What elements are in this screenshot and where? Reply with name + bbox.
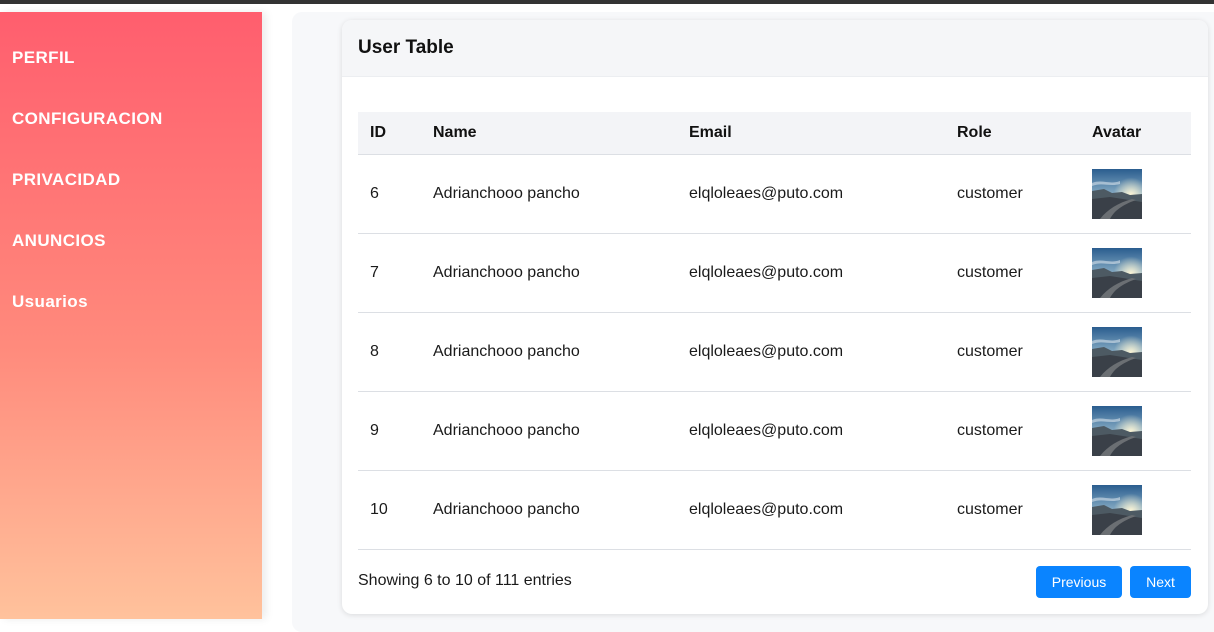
cell-avatar (1080, 312, 1191, 392)
top-bar (0, 0, 1214, 4)
cell-role: customer (945, 233, 1080, 313)
user-table: ID Name Email Role Avatar 6 Adrianchooo … (358, 112, 1191, 550)
column-header-email: Email (677, 112, 945, 155)
sidebar-item-configuracion[interactable]: CONFIGURACION (12, 109, 163, 129)
cell-email: elqloleaes@puto.com (677, 470, 945, 550)
card-title: User Table (358, 37, 454, 58)
user-table-card: User Table ID Name Email Role Avatar 6 A… (342, 20, 1208, 614)
column-header-role: Role (945, 112, 1080, 155)
cell-name: Adrianchooo pancho (421, 154, 677, 234)
avatar-image (1092, 406, 1142, 456)
cell-avatar (1080, 391, 1191, 471)
card-header: User Table (342, 20, 1208, 77)
sidebar-item-privacidad[interactable]: PRIVACIDAD (12, 170, 121, 190)
cell-name: Adrianchooo pancho (421, 312, 677, 392)
cell-avatar (1080, 154, 1191, 234)
cell-id: 7 (358, 233, 421, 313)
table-row: 10 Adrianchooo pancho elqloleaes@puto.co… (358, 470, 1191, 550)
cell-id: 9 (358, 391, 421, 471)
cell-email: elqloleaes@puto.com (677, 312, 945, 392)
cell-role: customer (945, 154, 1080, 234)
sidebar-item-usuarios[interactable]: Usuarios (12, 292, 88, 312)
cell-role: customer (945, 470, 1080, 550)
cell-email: elqloleaes@puto.com (677, 233, 945, 313)
next-button[interactable]: Next (1130, 566, 1191, 598)
table-row: 6 Adrianchooo pancho elqloleaes@puto.com… (358, 154, 1191, 234)
avatar-image (1092, 169, 1142, 219)
cell-avatar (1080, 233, 1191, 313)
cell-email: elqloleaes@puto.com (677, 154, 945, 234)
avatar-image (1092, 485, 1142, 535)
previous-button[interactable]: Previous (1036, 566, 1122, 598)
cell-email: elqloleaes@puto.com (677, 391, 945, 471)
column-header-avatar: Avatar (1080, 112, 1191, 155)
cell-avatar (1080, 470, 1191, 550)
cell-id: 10 (358, 470, 421, 550)
column-header-id: ID (358, 112, 421, 155)
column-header-name: Name (421, 112, 677, 155)
sidebar-item-perfil[interactable]: PERFIL (12, 48, 75, 68)
cell-role: customer (945, 391, 1080, 471)
avatar-image (1092, 248, 1142, 298)
table-row: 7 Adrianchooo pancho elqloleaes@puto.com… (358, 233, 1191, 313)
table-header-row: ID Name Email Role Avatar (358, 112, 1191, 155)
sidebar: PERFIL CONFIGURACION PRIVACIDAD ANUNCIOS… (0, 12, 262, 619)
cell-name: Adrianchooo pancho (421, 391, 677, 471)
avatar-image (1092, 327, 1142, 377)
sidebar-item-anuncios[interactable]: ANUNCIOS (12, 231, 106, 251)
cell-name: Adrianchooo pancho (421, 233, 677, 313)
table-row: 9 Adrianchooo pancho elqloleaes@puto.com… (358, 391, 1191, 471)
pagination-summary: Showing 6 to 10 of 111 entries (358, 572, 572, 589)
cell-name: Adrianchooo pancho (421, 470, 677, 550)
table-row: 8 Adrianchooo pancho elqloleaes@puto.com… (358, 312, 1191, 392)
cell-role: customer (945, 312, 1080, 392)
cell-id: 8 (358, 312, 421, 392)
cell-id: 6 (358, 154, 421, 234)
